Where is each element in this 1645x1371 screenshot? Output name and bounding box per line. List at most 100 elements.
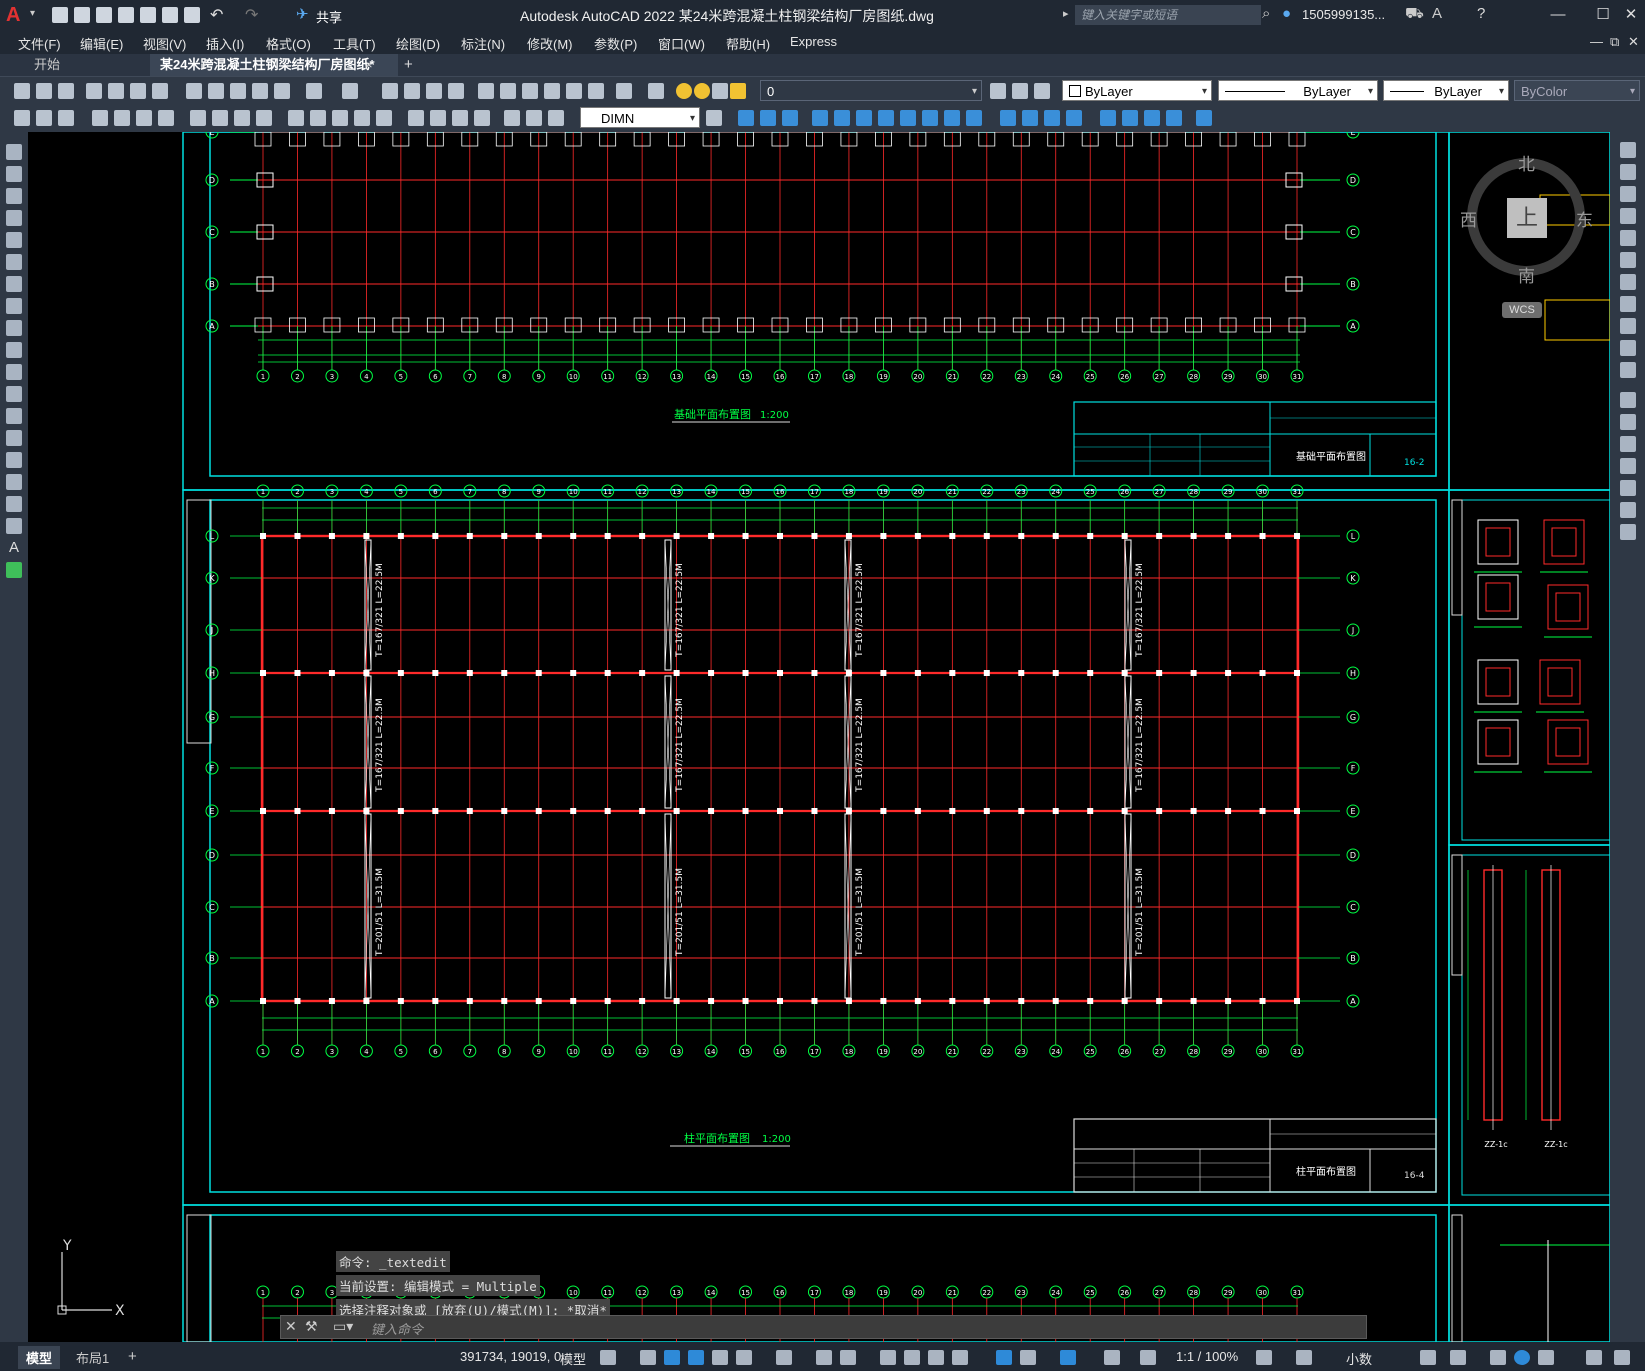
open-icon[interactable] bbox=[36, 83, 52, 99]
preview-icon[interactable] bbox=[108, 83, 124, 99]
bring-front-icon[interactable] bbox=[36, 110, 52, 126]
dimstyle-manager-icon[interactable] bbox=[706, 110, 722, 126]
markup-icon[interactable] bbox=[566, 83, 582, 99]
pedit-icon[interactable] bbox=[1166, 110, 1182, 126]
search-input[interactable]: 键入关键字或短语 bbox=[1075, 5, 1261, 25]
autocad-logo[interactable]: A bbox=[6, 4, 32, 26]
tab-model[interactable]: 模型 bbox=[18, 1346, 61, 1369]
menu-format[interactable]: 格式(O) bbox=[266, 34, 311, 53]
dynamic-ucs-icon[interactable] bbox=[996, 1350, 1012, 1365]
explode-icon[interactable] bbox=[1620, 524, 1636, 540]
plot-icon[interactable] bbox=[86, 83, 102, 99]
arc-dim-icon[interactable] bbox=[136, 110, 152, 126]
calculator-icon[interactable] bbox=[588, 83, 604, 99]
hatch-icon[interactable] bbox=[6, 452, 22, 468]
model-space-button[interactable]: 模型 bbox=[560, 1349, 586, 1368]
publish-icon[interactable] bbox=[130, 83, 146, 99]
object-snap-icon[interactable] bbox=[840, 1350, 856, 1365]
3d-osnap-icon[interactable] bbox=[952, 1350, 968, 1365]
viewcube-south-label[interactable]: 南 bbox=[1518, 262, 1535, 287]
array-icon[interactable] bbox=[834, 110, 850, 126]
grid-icon[interactable] bbox=[600, 1350, 616, 1365]
viewcube[interactable]: 上 bbox=[1467, 158, 1585, 276]
open-web-icon[interactable] bbox=[140, 7, 156, 23]
qnew-icon[interactable] bbox=[14, 83, 30, 99]
erase-icon[interactable] bbox=[1620, 142, 1636, 158]
center-mark-icon[interactable] bbox=[430, 110, 446, 126]
coordinate-readout[interactable]: 391734, 19019, 0 bbox=[460, 1349, 561, 1364]
copy-icon[interactable] bbox=[1620, 164, 1636, 180]
make-block-icon[interactable] bbox=[6, 408, 22, 424]
chamfer-icon[interactable] bbox=[1620, 458, 1636, 474]
menu-express[interactable]: Express bbox=[790, 34, 837, 49]
minimize-button[interactable]: — bbox=[1545, 4, 1571, 26]
table-icon[interactable] bbox=[6, 518, 22, 534]
layer-vp-icon[interactable] bbox=[712, 83, 728, 99]
match-prop-icon[interactable] bbox=[252, 83, 268, 99]
plotstyle-dropdown[interactable]: ByColor ▾ bbox=[1514, 80, 1640, 101]
tab-close-icon[interactable]: × bbox=[365, 57, 373, 72]
doc-restore-button[interactable]: ⧉ bbox=[1610, 34, 1619, 50]
circle-icon[interactable] bbox=[6, 276, 22, 292]
lock-ui-icon[interactable] bbox=[1450, 1350, 1466, 1365]
viewcube-west-label[interactable]: 西 bbox=[1460, 206, 1477, 231]
break-icon[interactable] bbox=[966, 110, 982, 126]
units-button[interactable]: 小数 bbox=[1346, 1349, 1372, 1368]
menu-modify[interactable]: 修改(M) bbox=[527, 34, 573, 53]
extend-icon[interactable] bbox=[1620, 362, 1636, 378]
doc-minimize-button[interactable]: — bbox=[1590, 34, 1603, 49]
rectangle-icon[interactable] bbox=[6, 232, 22, 248]
diameter-dim-icon[interactable] bbox=[234, 110, 250, 126]
radius-dim-icon[interactable] bbox=[190, 110, 206, 126]
draworder-icon[interactable] bbox=[14, 110, 30, 126]
add-selected-icon[interactable] bbox=[6, 562, 22, 578]
menu-tools[interactable]: 工具(T) bbox=[333, 34, 376, 53]
zoom-previous-icon[interactable] bbox=[448, 83, 464, 99]
block-editor-icon[interactable] bbox=[274, 83, 290, 99]
annotation-visibility-icon[interactable] bbox=[1104, 1350, 1120, 1365]
lineweight-dropdown[interactable]: ByLayer ▾ bbox=[1383, 80, 1509, 101]
close-command-icon[interactable]: ✕ bbox=[285, 1318, 297, 1335]
linear-dim-icon[interactable] bbox=[92, 110, 108, 126]
tab-layout1[interactable]: 布局1 bbox=[68, 1346, 117, 1369]
linetype-dropdown[interactable]: ByLayer ▾ bbox=[1218, 80, 1378, 101]
sheetset-icon[interactable] bbox=[544, 83, 560, 99]
zoom-realtime-icon[interactable] bbox=[404, 83, 420, 99]
mtext-icon[interactable]: A bbox=[6, 540, 22, 556]
paste-icon[interactable] bbox=[230, 83, 246, 99]
plot-icon[interactable] bbox=[184, 7, 200, 23]
continue-dim-icon[interactable] bbox=[332, 110, 348, 126]
new-tab-button[interactable]: + bbox=[404, 56, 413, 73]
properties-icon[interactable] bbox=[478, 83, 494, 99]
new-icon[interactable] bbox=[52, 7, 68, 23]
mirror-icon[interactable] bbox=[1620, 186, 1636, 202]
graphics-performance-icon[interactable] bbox=[1514, 1350, 1530, 1365]
share-icon[interactable]: ✈ bbox=[296, 5, 309, 23]
auto-scale-icon[interactable] bbox=[1140, 1350, 1156, 1365]
annotation-monitor-icon[interactable] bbox=[1296, 1350, 1312, 1365]
undo-icon[interactable]: ↶ bbox=[210, 5, 223, 25]
rotate-icon[interactable] bbox=[856, 110, 872, 126]
status-menu-icon[interactable] bbox=[1614, 1350, 1630, 1365]
tool-palettes-icon[interactable] bbox=[522, 83, 538, 99]
dim-break-icon[interactable] bbox=[376, 110, 392, 126]
workspace-icon[interactable] bbox=[1256, 1350, 1272, 1365]
break-point-icon[interactable] bbox=[1620, 392, 1636, 408]
viewcube-north-label[interactable]: 北 bbox=[1518, 150, 1535, 175]
offset-icon[interactable] bbox=[1620, 208, 1636, 224]
zoom-window-icon[interactable] bbox=[426, 83, 442, 99]
clean-screen-icon[interactable] bbox=[1538, 1350, 1554, 1365]
menu-file[interactable]: 文件(F) bbox=[18, 34, 61, 53]
align-icon[interactable] bbox=[1122, 110, 1138, 126]
inspection-icon[interactable] bbox=[452, 110, 468, 126]
dynamic-input-icon[interactable] bbox=[688, 1350, 704, 1365]
trim-icon[interactable] bbox=[922, 110, 938, 126]
layer-lock-icon[interactable] bbox=[730, 83, 746, 99]
fillet-icon[interactable] bbox=[1000, 110, 1016, 126]
layer-previous-icon[interactable] bbox=[1012, 83, 1028, 99]
pan-icon[interactable] bbox=[382, 83, 398, 99]
menu-window[interactable]: 窗口(W) bbox=[658, 34, 705, 53]
polygon-icon[interactable] bbox=[6, 210, 22, 226]
maximize-button[interactable]: ☐ bbox=[1590, 4, 1616, 26]
insert-block-icon[interactable] bbox=[6, 386, 22, 402]
